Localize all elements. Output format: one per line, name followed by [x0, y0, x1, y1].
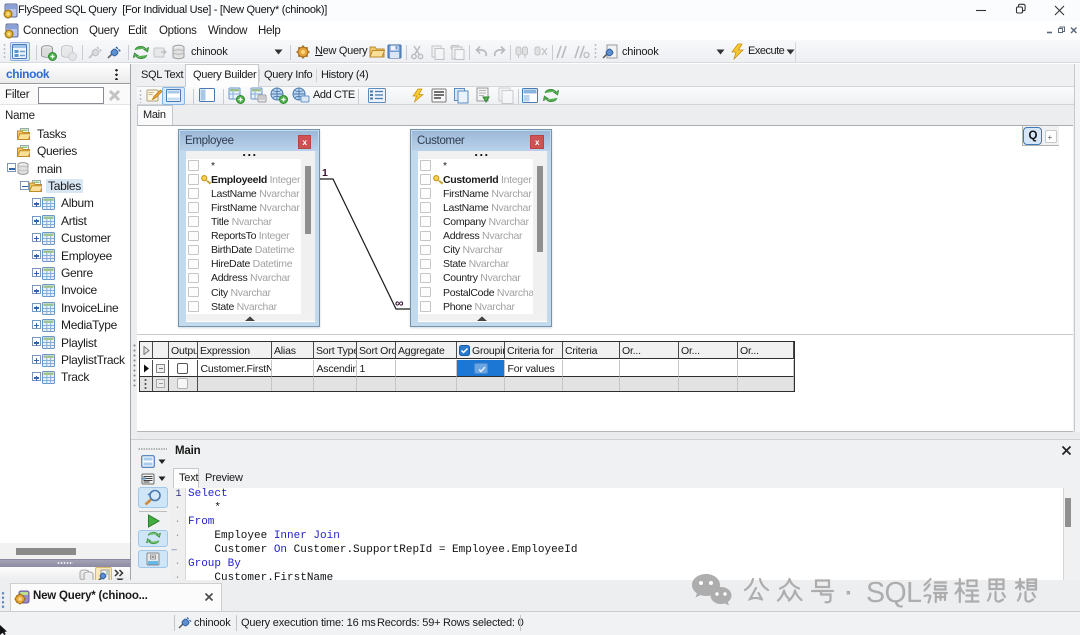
- svg-text:1: 1: [322, 167, 328, 179]
- svg-text:∞: ∞: [395, 296, 404, 310]
